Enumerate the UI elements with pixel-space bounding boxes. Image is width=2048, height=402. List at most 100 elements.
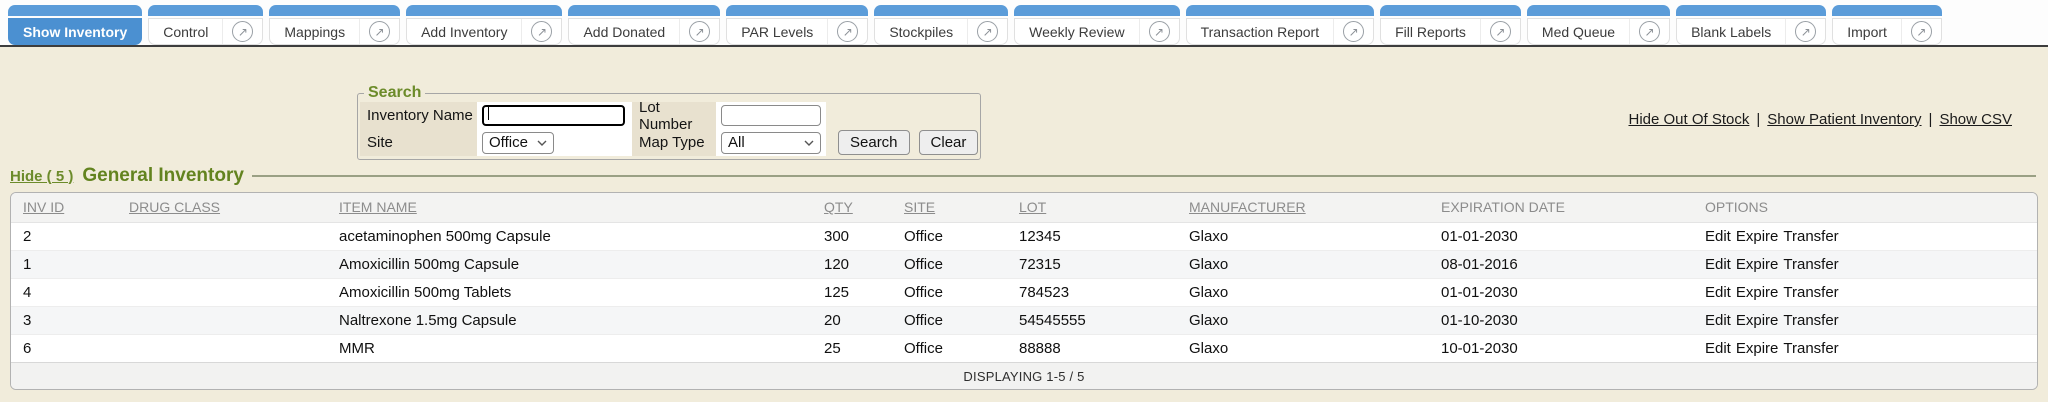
tab-icon-box[interactable]: ↗ [1333, 19, 1373, 44]
tab-body: Med Queue↗ [1527, 18, 1670, 45]
cell-drug-class [117, 334, 327, 362]
transfer-link[interactable]: Transfer [1783, 340, 1838, 357]
tab-fill-reports[interactable]: Fill Reports↗ [1380, 5, 1521, 45]
external-link-icon: ↗ [1343, 21, 1364, 42]
cell-drug-class [117, 306, 327, 334]
transfer-link[interactable]: Transfer [1783, 284, 1838, 301]
map-type-select[interactable]: All [721, 132, 821, 154]
tab-add-inventory[interactable]: Add Inventory↗ [406, 5, 562, 45]
clear-button[interactable]: Clear [919, 130, 979, 155]
hide-count-link[interactable]: Hide ( 5 ) [10, 168, 73, 185]
tab-accent-strip [1186, 5, 1375, 16]
tab-label: Stockpiles [875, 19, 967, 44]
site-field-cell: Office [477, 129, 632, 156]
cell-expiration-date: 10-01-2030 [1429, 334, 1693, 362]
link-separator: | [1929, 111, 1933, 128]
tab-control[interactable]: Control↗ [148, 5, 263, 45]
chevron-down-icon [804, 140, 814, 146]
edit-link[interactable]: Edit [1705, 284, 1731, 301]
tab-icon-box[interactable]: ↗ [1629, 19, 1669, 44]
tab-icon-box[interactable]: ↗ [521, 19, 561, 44]
tab-body: Weekly Review ↗ [1014, 18, 1179, 45]
tab-label: Weekly Review [1015, 19, 1138, 44]
column-header-manufacturer[interactable]: MANUFACTURER [1177, 193, 1429, 222]
column-header-inv-id[interactable]: INV ID [11, 193, 117, 222]
tab-icon-box[interactable]: ↗ [827, 19, 867, 44]
tab-show-inventory[interactable]: Show Inventory [8, 5, 142, 45]
inventory-table: INV IDDRUG CLASSITEM NAMEQTYSITELOTMANUF… [11, 193, 2037, 362]
expire-link[interactable]: Expire [1736, 228, 1779, 245]
table-row: 1Amoxicillin 500mg Capsule120Office72315… [11, 250, 2037, 278]
cell-site: Office [892, 222, 1007, 250]
tab-import[interactable]: Import↗ [1832, 5, 1942, 45]
general-inventory-panel: Hide ( 5 ) General Inventory INV IDDRUG … [10, 163, 2038, 390]
transfer-link[interactable]: Transfer [1783, 228, 1838, 245]
tab-icon-box[interactable]: ↗ [1785, 19, 1825, 44]
edit-link[interactable]: Edit [1705, 312, 1731, 329]
external-link-icon: ↗ [1149, 21, 1170, 42]
hide-out-of-stock-link[interactable]: Hide Out Of Stock [1628, 111, 1749, 128]
tab-med-queue[interactable]: Med Queue↗ [1527, 5, 1670, 45]
expire-link[interactable]: Expire [1736, 256, 1779, 273]
tab-accent-strip [1832, 5, 1942, 16]
column-header-drug-class[interactable]: DRUG CLASS [117, 193, 327, 222]
tab-icon-box[interactable]: ↗ [967, 19, 1007, 44]
lot-number-field-cell [716, 102, 826, 129]
inventory-name-input[interactable] [482, 105, 625, 126]
tab-bar: Show InventoryControl↗Mappings↗Add Inven… [0, 0, 2048, 47]
edit-link[interactable]: Edit [1705, 340, 1731, 357]
cell-lot: 72315 [1007, 250, 1177, 278]
tab-par-levels[interactable]: PAR Levels↗ [726, 5, 868, 45]
cell-options: Edit ExpireTransfer [1693, 222, 2037, 250]
tab-label: Fill Reports [1381, 19, 1480, 44]
site-select[interactable]: Office [482, 132, 554, 154]
page: Show InventoryControl↗Mappings↗Add Inven… [0, 0, 2048, 402]
expire-link[interactable]: Expire [1736, 340, 1779, 357]
expire-link[interactable]: Expire [1736, 312, 1779, 329]
tab-transaction-report[interactable]: Transaction Report↗ [1186, 5, 1375, 45]
tab-body: Show Inventory [8, 18, 142, 45]
tab-icon-box[interactable]: ↗ [1480, 19, 1520, 44]
column-header-qty[interactable]: QTY [812, 193, 892, 222]
search-button[interactable]: Search [838, 130, 910, 155]
column-header-site[interactable]: SITE [892, 193, 1007, 222]
tab-icon-box[interactable]: ↗ [1901, 19, 1941, 44]
show-csv-link[interactable]: Show CSV [1939, 111, 2012, 128]
tab-icon-box[interactable]: ↗ [1139, 19, 1179, 44]
table-row: 4Amoxicillin 500mg Tablets125Office78452… [11, 278, 2037, 306]
tab-label: Mappings [270, 19, 359, 44]
cell-item-name: MMR [327, 334, 812, 362]
general-inventory-title: General Inventory [82, 165, 244, 187]
edit-link[interactable]: Edit [1705, 228, 1731, 245]
lot-number-label: Lot Number [632, 102, 716, 129]
tab-label: Add Inventory [407, 19, 521, 44]
cell-expiration-date: 01-01-2030 [1429, 222, 1693, 250]
tab-accent-strip [1380, 5, 1521, 16]
column-header-item-name[interactable]: ITEM NAME [327, 193, 812, 222]
transfer-link[interactable]: Transfer [1783, 312, 1838, 329]
cell-site: Office [892, 278, 1007, 306]
tab-add-donated[interactable]: Add Donated↗ [568, 5, 720, 45]
site-select-value: Office [489, 134, 528, 151]
tab-label: Import [1833, 19, 1901, 44]
transfer-link[interactable]: Transfer [1783, 256, 1838, 273]
tab-stockpiles[interactable]: Stockpiles↗ [874, 5, 1008, 45]
tab-weekly-review[interactable]: Weekly Review ↗ [1014, 5, 1179, 45]
expire-link[interactable]: Expire [1736, 284, 1779, 301]
tab-icon-box[interactable]: ↗ [222, 19, 262, 44]
tab-blank-labels[interactable]: Blank Labels↗ [1676, 5, 1826, 45]
inventory-name-label: Inventory Name [360, 102, 477, 129]
lot-number-input[interactable] [721, 105, 821, 126]
tab-accent-strip [568, 5, 720, 16]
tab-icon-box[interactable]: ↗ [679, 19, 719, 44]
chevron-down-icon [537, 140, 547, 146]
show-patient-inventory-link[interactable]: Show Patient Inventory [1767, 111, 1921, 128]
edit-link[interactable]: Edit [1705, 256, 1731, 273]
tab-icon-box[interactable]: ↗ [359, 19, 399, 44]
search-panel: Search Inventory Name Lot Number Site Of… [357, 84, 981, 160]
column-header-lot[interactable]: LOT [1007, 193, 1177, 222]
tab-body: Import↗ [1832, 18, 1942, 45]
tab-body: PAR Levels↗ [726, 18, 868, 45]
tab-mappings[interactable]: Mappings↗ [269, 5, 400, 45]
cell-drug-class [117, 250, 327, 278]
